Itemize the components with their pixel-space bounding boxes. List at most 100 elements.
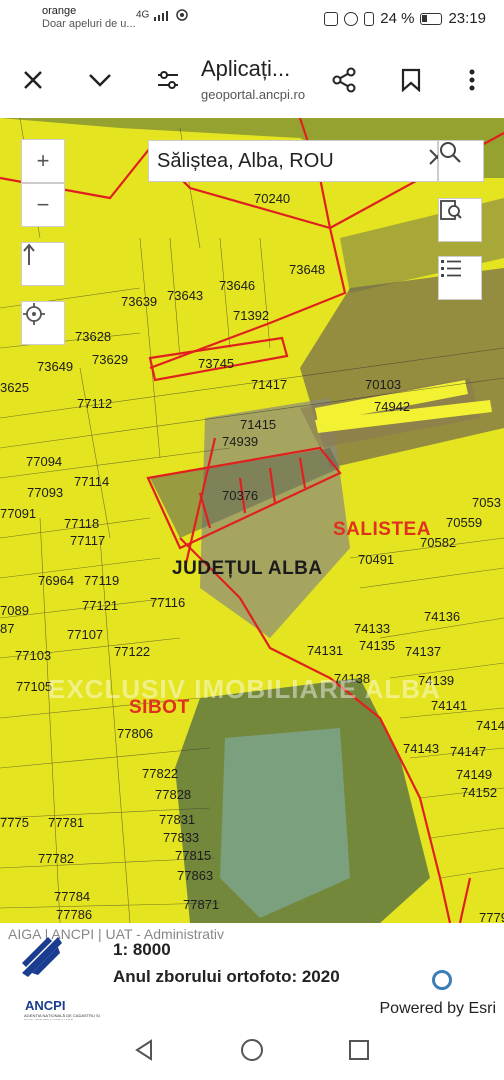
parcel-label[interactable]: 77121 (82, 598, 118, 613)
parcel-label[interactable]: 77117 (70, 533, 105, 548)
more-options-button[interactable] (452, 60, 492, 100)
search-input[interactable]: Săliștea, Alba, ROU (157, 150, 334, 173)
ortho-slider-handle[interactable] (432, 970, 452, 990)
north-button[interactable] (21, 242, 65, 286)
clock: 23:19 (448, 10, 486, 27)
parcel-label[interactable]: 77786 (56, 907, 92, 922)
parcel-label[interactable]: 77828 (155, 787, 191, 802)
parcel-label[interactable]: 74939 (222, 434, 258, 449)
parcel-label[interactable]: 77815 (175, 848, 211, 863)
close-button[interactable] (13, 60, 53, 100)
parcel-label[interactable]: 71417 (251, 377, 287, 392)
parcel-label[interactable]: 70491 (358, 552, 394, 567)
parcel-label[interactable]: 77122 (114, 644, 150, 659)
parcel-label[interactable]: 74942 (374, 399, 410, 414)
parcel-label[interactable]: 74149 (456, 767, 492, 782)
parcel-label[interactable]: 73643 (167, 288, 203, 303)
parcel-label[interactable]: 71415 (240, 417, 276, 432)
parcel-label[interactable]: 73649 (37, 359, 73, 374)
map-view[interactable]: 70240 73648 73646 73643 73639 71392 7362… (0, 118, 504, 923)
parcel-label[interactable]: 77093 (27, 485, 63, 500)
parcel-label[interactable]: 77792 (479, 910, 504, 923)
parcel-label[interactable]: 74147 (450, 744, 486, 759)
parcel-label[interactable]: 87 (0, 621, 14, 636)
parcel-label[interactable]: 74136 (424, 609, 460, 624)
parcel-label[interactable]: 73629 (92, 352, 128, 367)
parcel-label[interactable]: 77831 (159, 812, 195, 827)
ortho-slider-track[interactable] (376, 979, 484, 982)
network-type: 4G (136, 9, 150, 21)
parcel-label[interactable]: 7089 (0, 603, 29, 618)
parcel-label[interactable]: 77091 (0, 506, 36, 521)
back-button[interactable] (130, 1036, 158, 1064)
parcel-label[interactable]: 77822 (142, 766, 178, 781)
recents-button[interactable] (345, 1036, 373, 1064)
ortho-year-label: Anul zborului ortofoto: 2020 (113, 967, 340, 986)
status-bar: orange Doar apeluri de u... 4G 24 % 23:1… (0, 0, 504, 40)
parcel-label[interactable]: 77781 (48, 815, 84, 830)
parcel-label[interactable]: 74137 (405, 644, 441, 659)
parcel-label[interactable]: 77103 (15, 648, 51, 663)
parcel-label[interactable]: 74133 (354, 621, 390, 636)
carrier-subtext: Doar apeluri de u... (42, 18, 136, 30)
parcel-label[interactable]: 77107 (67, 627, 103, 642)
parcel-label[interactable]: 77784 (54, 889, 90, 904)
status-right: 24 % 23:19 (324, 10, 486, 27)
parcel-label[interactable]: 7775 (0, 815, 29, 830)
parcel-label[interactable]: 74131 (307, 643, 343, 658)
search-button[interactable] (438, 140, 484, 182)
close-icon (24, 71, 42, 89)
parcel-label[interactable]: 77094 (26, 454, 62, 469)
parcel-label[interactable]: 77118 (64, 516, 99, 531)
parcel-label[interactable]: 7414 (476, 718, 504, 733)
zoom-out-button[interactable]: − (21, 183, 65, 227)
parcel-label[interactable]: 70103 (365, 377, 401, 392)
battery-percent: 24 % (380, 10, 415, 27)
locate-button[interactable] (21, 301, 65, 345)
parcel-label[interactable]: 71392 (233, 308, 269, 323)
powered-by-esri[interactable]: Powered by Esri (380, 1000, 497, 1018)
collapse-button[interactable] (80, 60, 120, 100)
battery-icon (420, 12, 443, 25)
parcel-label[interactable]: 73639 (121, 294, 157, 309)
parcel-label[interactable]: 3625 (0, 380, 29, 395)
page-title: Aplicați... (201, 56, 291, 81)
parcel-label[interactable]: 74152 (461, 785, 497, 800)
site-settings-button[interactable] (148, 60, 188, 100)
map-footer: AIGA | ANCPI | UAT - Administrativ ANCPI… (0, 923, 504, 1023)
parcel-label[interactable]: 74135 (359, 638, 395, 653)
parcel-label[interactable]: 77119 (84, 573, 119, 588)
parcel-label[interactable]: 73648 (289, 262, 325, 277)
parcel-label[interactable]: 77112 (77, 396, 112, 411)
parcel-label[interactable]: 77116 (150, 595, 185, 610)
page-url: geoportal.ancpi.ro (201, 87, 306, 102)
parcel-label[interactable]: 76964 (38, 573, 74, 588)
locate-icon (23, 303, 45, 325)
parcel-label[interactable]: 7053 (472, 495, 501, 510)
watermark: EXCLUSIV IMOBILIARE ALBA (48, 674, 441, 704)
parcel-label[interactable]: 77105 (16, 679, 52, 694)
parcel-label[interactable]: 73745 (198, 356, 234, 371)
home-button[interactable] (238, 1036, 266, 1064)
zoom-in-button[interactable]: + (21, 139, 65, 183)
parcel-label[interactable]: 70559 (446, 515, 482, 530)
parcel-label[interactable]: 74143 (403, 741, 439, 756)
parcel-label[interactable]: 77833 (163, 830, 199, 845)
share-button[interactable] (324, 60, 364, 100)
bookmark-button[interactable] (391, 60, 431, 100)
parcel-label[interactable]: 70376 (222, 488, 258, 503)
parcel-label[interactable]: 77871 (183, 897, 219, 912)
parcel-label[interactable]: 73646 (219, 278, 255, 293)
signal-bars-icon (154, 9, 188, 21)
legend-button[interactable] (438, 256, 482, 300)
parcel-label[interactable]: 77114 (74, 474, 109, 489)
parcel-label[interactable]: 70240 (254, 191, 290, 206)
parcel-label[interactable]: 77863 (177, 868, 213, 883)
search-box[interactable]: Săliștea, Alba, ROU (148, 140, 445, 182)
parcel-label[interactable]: 77806 (117, 726, 153, 741)
search-icon (440, 142, 461, 163)
chevron-down-icon (89, 74, 111, 87)
parcel-label[interactable]: 77782 (38, 851, 74, 866)
identify-button[interactable] (438, 198, 482, 242)
parcel-label[interactable]: 73628 (75, 329, 111, 344)
